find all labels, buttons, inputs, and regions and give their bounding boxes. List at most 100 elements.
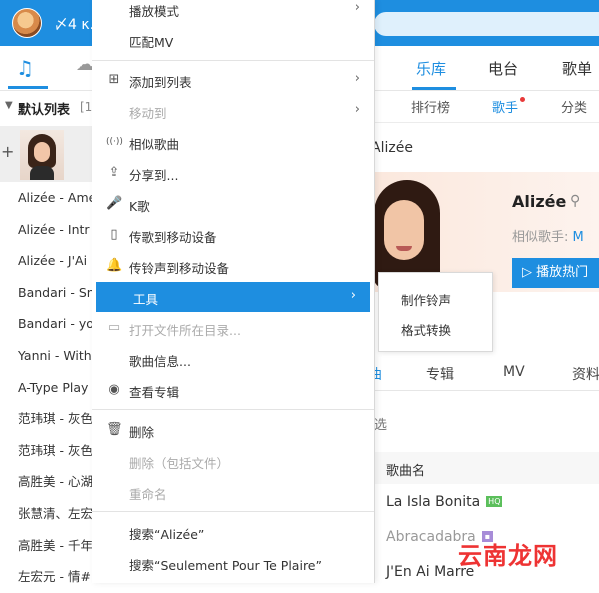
menu-item-match-mv[interactable]: 匹配MV — [92, 25, 374, 55]
tools-submenu: 制作铃声 格式转换 — [378, 272, 493, 352]
tab-mv[interactable]: MV — [503, 364, 525, 380]
menu-icon — [106, 484, 122, 500]
similar-artists: 相似歌手: M — [512, 226, 584, 245]
add-to-list-icon: ⊞ — [108, 72, 120, 87]
menu-item-label: 添加到列表 — [129, 75, 192, 90]
submenu-item-make-ringtone[interactable]: 制作铃声 — [379, 283, 492, 313]
menu-divider — [92, 60, 374, 61]
menu-icon — [106, 453, 122, 469]
hq-badge: HQ — [486, 496, 503, 507]
now-playing-row[interactable]: + — [0, 126, 92, 182]
list-item[interactable]: Bandari - yo — [0, 308, 92, 340]
tab-playlists[interactable]: 歌单 — [562, 58, 592, 79]
radio-wave-icon: ((·)) — [106, 137, 123, 147]
menu-item-label: 传铃声到移动设备 — [129, 261, 230, 276]
menu-item-share[interactable]: ⇪ 分享到... — [92, 158, 374, 188]
artist-name: Alizée — [512, 192, 567, 211]
list-item[interactable]: A-Type Play — [0, 372, 92, 404]
bell-icon: 🔔 — [106, 258, 123, 273]
menu-item-label: 移动到 — [129, 106, 167, 121]
list-item[interactable]: Bandari - Sn — [0, 277, 92, 309]
tab-radio[interactable]: 电台 — [488, 58, 518, 79]
menu-item-search-song[interactable]: 搜索“Seulement Pour Te Plaire” — [92, 548, 374, 578]
music-note-icon[interactable]: ♫ — [16, 56, 38, 80]
menu-item-search-artist[interactable]: 搜索“Alizée” — [92, 517, 374, 547]
artist-breadcrumb: Alizée — [371, 140, 413, 156]
list-item[interactable]: Alizée - J'Ai — [0, 245, 92, 277]
main-nav: 乐库 电台 歌单 — [374, 46, 599, 91]
chevron-down-icon[interactable]: ▼ — [5, 100, 13, 111]
menu-icon — [106, 351, 122, 367]
tab-albums[interactable]: 专辑 — [426, 364, 454, 384]
table-row[interactable]: La Isla Bonita HQ — [386, 494, 503, 510]
trash-icon: 🗑 — [106, 422, 123, 437]
menu-item-label: 搜索“Alizée” — [129, 527, 205, 542]
content-tabs: 曲 专辑 MV 资料 — [368, 354, 599, 391]
menu-item-move-to: 移动到 › — [92, 96, 374, 126]
menu-item-tools[interactable]: 工具 › — [96, 282, 370, 312]
menu-icon — [106, 103, 122, 119]
user-avatar[interactable] — [12, 8, 42, 38]
similar-label: 相似歌手: — [512, 230, 569, 245]
list-item[interactable]: 左宏元 - 情# — [0, 561, 92, 593]
watermark: 云南龙网 — [458, 542, 558, 570]
artist-photo-face — [384, 200, 424, 260]
submenu-item-format-convert[interactable]: 格式转换 — [379, 313, 492, 343]
menu-item-song-info[interactable]: 歌曲信息... — [92, 344, 374, 374]
list-item[interactable]: 张慧清、左宏 — [0, 498, 92, 530]
list-item[interactable]: 范玮琪 - 灰色 — [0, 435, 92, 467]
artist-photo-mouth — [396, 246, 412, 251]
tab-categories[interactable]: 分类 — [561, 97, 587, 116]
menu-divider — [92, 409, 374, 410]
search-icon[interactable]: ⚲ — [570, 193, 580, 209]
folder-icon: ▭ — [107, 320, 121, 335]
menu-item-transfer-ringtone[interactable]: 🔔 传铃声到移动设备 — [92, 251, 374, 281]
menu-item-add-to-list[interactable]: ⊞ 添加到列表 › — [92, 65, 374, 95]
menu-item-rename: 重命名 — [92, 477, 374, 507]
menu-item-label: 打开文件所在目录... — [129, 323, 241, 338]
tab-underline — [8, 86, 48, 89]
menu-icon — [110, 289, 126, 305]
submenu-item-label: 制作铃声 — [401, 293, 452, 308]
list-item[interactable]: 高胜美 - 心湖 — [0, 466, 92, 498]
menu-item-delete-with-file: 删除（包括文件） — [92, 446, 374, 476]
search-input[interactable] — [374, 12, 599, 36]
chevron-right-icon: › — [350, 288, 356, 303]
list-item[interactable]: 范玮琪 - 灰色 — [0, 403, 92, 435]
share-icon: ⇪ — [108, 165, 120, 180]
menu-item-label: 传歌到移动设备 — [129, 230, 217, 245]
add-icon[interactable]: + — [1, 142, 14, 161]
menu-icon — [106, 524, 122, 540]
menu-item-delete[interactable]: 🗑 删除 — [92, 415, 374, 445]
menu-item-label: 查看专辑 — [129, 385, 180, 400]
menu-item-label: 相似歌曲 — [129, 137, 180, 152]
playlist-name: 默认列表 — [18, 103, 71, 118]
playlist-header[interactable]: ▼ 默认列表 [14 — [0, 90, 100, 126]
menu-item-label: K歌 — [129, 199, 150, 214]
chevron-right-icon: › — [354, 102, 360, 117]
column-header: 歌曲名 — [374, 452, 599, 484]
tab-singers[interactable]: 歌手 — [492, 97, 518, 116]
list-item[interactable]: Alizée - Ame — [0, 182, 92, 214]
list-item[interactable]: Yanni - With — [0, 340, 92, 372]
sub-nav: 排行榜 歌手 分类 — [374, 90, 599, 123]
menu-divider — [92, 511, 374, 512]
menu-item-play-mode[interactable]: 播放模式 › — [92, 0, 374, 24]
tab-charts[interactable]: 排行榜 — [411, 97, 450, 116]
now-playing-cover — [20, 130, 64, 180]
list-item[interactable]: 高胜美 - 千年 — [0, 530, 92, 562]
mobile-device-icon: ▯ — [110, 227, 118, 242]
play-hot-songs-button[interactable]: ▷ 播放热门 — [512, 258, 599, 288]
menu-item-similar-songs[interactable]: ((·)) 相似歌曲 — [92, 127, 374, 157]
tab-profile[interactable]: 资料 — [572, 364, 599, 384]
select-all-label[interactable]: 选 — [374, 414, 387, 433]
menu-item-transfer-song[interactable]: ▯ 传歌到移动设备 — [92, 220, 374, 250]
similar-artist-link[interactable]: M — [573, 230, 584, 245]
menu-item-view-album[interactable]: ◉ 查看专辑 — [92, 375, 374, 405]
menu-item-karaoke[interactable]: 🎤 K歌 — [92, 189, 374, 219]
notification-dot — [520, 97, 525, 102]
chevron-right-icon: › — [354, 0, 360, 15]
list-item[interactable]: Alizée - Intr — [0, 214, 92, 246]
menu-item-label: 匹配MV — [129, 35, 174, 50]
tab-library[interactable]: 乐库 — [416, 58, 446, 79]
